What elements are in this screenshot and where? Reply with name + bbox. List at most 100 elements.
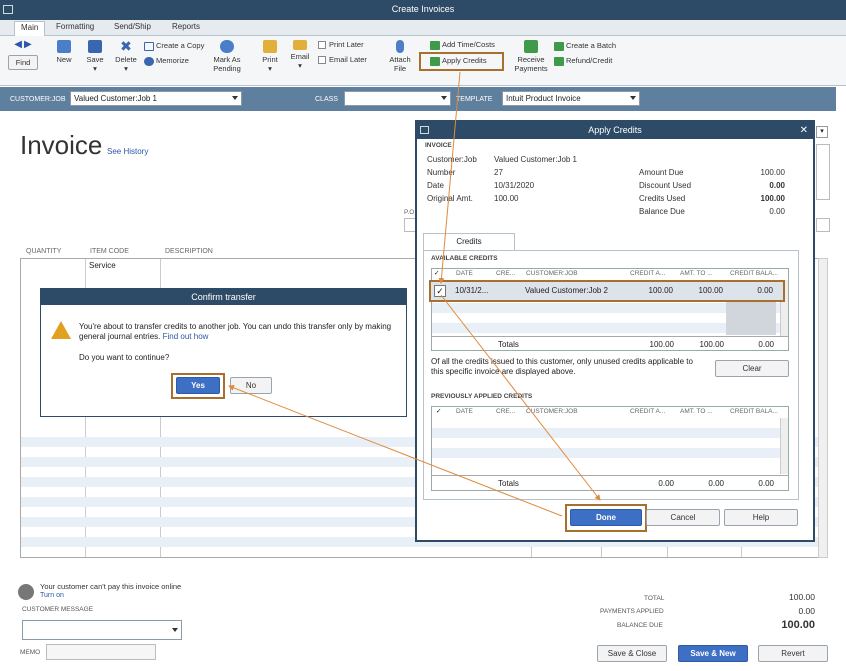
first-item-code[interactable]: Service [89, 261, 116, 270]
printer-icon [263, 40, 277, 53]
row-date: 10/31/2... [455, 286, 489, 295]
create-copy-button[interactable]: Create a Copy [144, 41, 204, 51]
header-credit-balance: CREDIT BALA... [730, 270, 778, 277]
print-later-checkbox[interactable]: Print Later [318, 40, 364, 50]
yes-button[interactable]: Yes [176, 377, 220, 394]
email-button[interactable]: Email ▾ [288, 40, 312, 70]
customer-job-label: CUSTOMER:JOB [10, 96, 66, 103]
refund-credit-button[interactable]: Refund/Credit [554, 56, 612, 66]
total-value: 100.00 [789, 592, 815, 602]
prev-arrow-icon[interactable]: ◀ [14, 39, 22, 50]
tab-send-ship[interactable]: Send/Ship [114, 22, 151, 31]
side-panel-edge [816, 144, 830, 200]
invoice-section-title: INVOICE [425, 142, 452, 149]
previous-total-amt-to-use: 0.00 [708, 479, 724, 488]
save-disk-icon [88, 40, 102, 53]
refund-icon [554, 56, 564, 66]
chevron-down-icon [630, 96, 636, 100]
save-close-button[interactable]: Save & Close [597, 645, 667, 662]
print-button[interactable]: Print ▾ [258, 40, 282, 73]
header-credit-no: CRE... [496, 270, 516, 277]
clear-button[interactable]: Clear [715, 360, 789, 377]
balance-due-label: BALANCE DUE [617, 622, 663, 629]
amount-due-label: Amount Due [639, 168, 684, 177]
receive-payments-icon [524, 40, 538, 53]
new-button[interactable]: New [52, 40, 76, 64]
header-customer-job: CUSTOMER:JOB [526, 270, 578, 277]
chevron-down-icon: ▾ [124, 64, 128, 73]
find-out-how-link[interactable]: Find out how [163, 332, 209, 341]
apply-credits-button[interactable]: Apply Credits [419, 52, 504, 71]
totals-divider [432, 336, 788, 337]
done-button[interactable]: Done [570, 509, 642, 526]
create-batch-button[interactable]: Create a Batch [554, 41, 616, 51]
attach-file-button[interactable]: Attach File [386, 40, 414, 73]
receive-payments-button[interactable]: Receive Payments [512, 40, 550, 73]
mark-as-pending-button[interactable]: Mark As Pending [210, 40, 244, 73]
find-button[interactable]: Find [8, 55, 38, 70]
apply-credits-icon [430, 56, 440, 66]
memo-input[interactable] [46, 644, 156, 660]
batch-icon [554, 41, 564, 51]
ribbon-tabs: Main Formatting Send/Ship Reports [0, 20, 846, 36]
email-later-check[interactable] [318, 56, 326, 65]
header-amt-to-use: AMT. TO ... [680, 408, 713, 415]
template-options-dropdown[interactable]: ▾ [816, 126, 828, 138]
check-all-icon[interactable]: ✓ [434, 269, 439, 279]
class-label: CLASS [315, 96, 338, 103]
email-later-checkbox[interactable]: Email Later [318, 55, 367, 65]
available-credits-note: Of all the credits issued to this custom… [431, 357, 693, 376]
delete-button[interactable]: ✖ Delete ▾ [112, 39, 140, 73]
tab-credits[interactable]: Credits [423, 233, 515, 251]
memo-label: MEMO [20, 649, 41, 656]
row-amt-to-use[interactable]: 100.00 [681, 286, 723, 295]
save-new-button[interactable]: Save & New [678, 645, 748, 662]
see-history-link[interactable]: See History [107, 147, 148, 156]
check-all-icon[interactable]: ✓ [436, 407, 441, 417]
confirm-question: Do you want to continue? [79, 353, 170, 362]
available-credit-row[interactable]: ✓ 10/31/2... Valued Customer:Job 2 100.0… [429, 280, 785, 302]
warning-icon [51, 321, 71, 339]
ribbon-toolbar: ◀ ▶ Find New Save ▾ ✖ Delete ▾ Create a Co… [0, 36, 846, 86]
save-button[interactable]: Save ▾ [82, 40, 108, 73]
class-dropdown[interactable] [344, 91, 451, 106]
tab-reports[interactable]: Reports [172, 22, 200, 31]
confirm-transfer-dialog: Confirm transfer You're about to transfe… [40, 288, 407, 417]
close-icon[interactable]: ✕ [800, 122, 808, 139]
original-amt-label: Original Amt. [427, 194, 473, 203]
table-scrollbar[interactable] [780, 418, 788, 474]
table-row [432, 438, 788, 448]
tab-main[interactable]: Main [14, 21, 46, 36]
chevron-down-icon [232, 96, 238, 100]
help-button[interactable]: Help [724, 509, 798, 526]
previous-totals-label: Totals [498, 479, 519, 488]
turn-on-link[interactable]: Turn on [40, 592, 64, 599]
header-date: DATE [456, 270, 473, 277]
customer-job-dropdown[interactable]: Valued Customer:Job 1 [70, 91, 242, 106]
tab-formatting[interactable]: Formatting [56, 22, 94, 31]
system-menu-icon[interactable] [420, 126, 429, 134]
memorize-button[interactable]: Memorize [144, 56, 189, 66]
grid-scrollbar[interactable] [818, 258, 828, 558]
add-time-costs-button[interactable]: Add Time/Costs [430, 40, 495, 50]
row-checkbox[interactable]: ✓ [434, 285, 446, 297]
template-dropdown[interactable]: Intuit Product Invoice [502, 91, 640, 106]
balance-due-label: Balance Due [639, 207, 685, 216]
confirm-dialog-title: Confirm transfer [41, 289, 406, 305]
previous-total-credit-amt: 0.00 [658, 479, 674, 488]
credits-used-label: Credits Used [639, 194, 686, 203]
revert-button[interactable]: Revert [758, 645, 828, 662]
credits-used-value: 100.00 [760, 194, 785, 203]
envelope-icon [293, 40, 307, 50]
no-button[interactable]: No [230, 377, 272, 394]
terms-field-edge[interactable] [816, 218, 830, 232]
original-amt-value: 100.00 [494, 194, 519, 203]
cancel-button[interactable]: Cancel [646, 509, 720, 526]
apply-credits-dialog: Apply Credits ✕ INVOICE Customer:Job Val… [415, 120, 815, 542]
print-later-check[interactable] [318, 41, 326, 50]
next-arrow-icon[interactable]: ▶ [24, 39, 32, 50]
header-credit-no: CRE... [496, 408, 516, 415]
available-total-credit-balance: 0.00 [758, 340, 774, 349]
memorize-icon [144, 56, 154, 66]
customer-message-dropdown[interactable] [22, 620, 182, 640]
